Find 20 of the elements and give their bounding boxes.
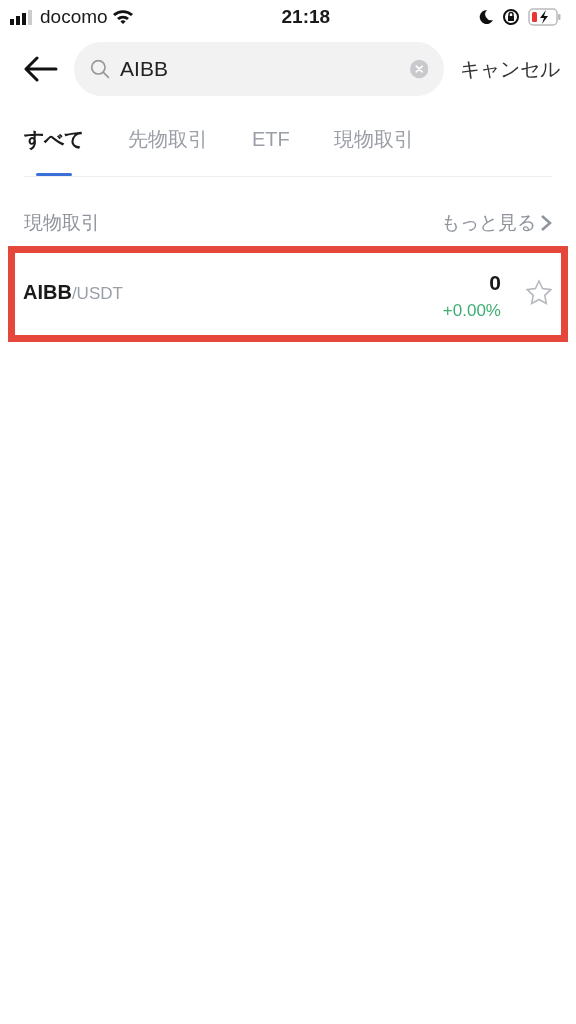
clock-time: 21:18 bbox=[281, 4, 331, 29]
search-input[interactable]: AIBB bbox=[118, 52, 402, 86]
back-arrow-icon[interactable] bbox=[24, 56, 58, 82]
pair-name: AIBB/USDT bbox=[23, 279, 123, 305]
carrier-name: docomo bbox=[40, 4, 108, 29]
price: 0 bbox=[489, 269, 501, 296]
wifi-icon bbox=[111, 9, 134, 25]
tab[interactable]: すべて bbox=[24, 124, 84, 176]
chevron-right-icon bbox=[540, 214, 552, 233]
battery-icon bbox=[528, 8, 562, 26]
change-percent: +0.00% bbox=[442, 300, 501, 322]
search-field[interactable]: AIBB bbox=[74, 42, 444, 96]
rotation-lock-icon bbox=[502, 8, 520, 26]
cancel-button[interactable]: キャンセル bbox=[460, 54, 560, 84]
search-icon bbox=[90, 57, 111, 81]
moon-icon bbox=[478, 9, 494, 25]
section-title: 現物取引 bbox=[24, 211, 100, 235]
clear-icon[interactable] bbox=[409, 58, 428, 80]
star-icon[interactable] bbox=[525, 278, 553, 307]
highlight-frame[interactable]: AIBB/USDT 0 +0.00% bbox=[8, 245, 568, 342]
